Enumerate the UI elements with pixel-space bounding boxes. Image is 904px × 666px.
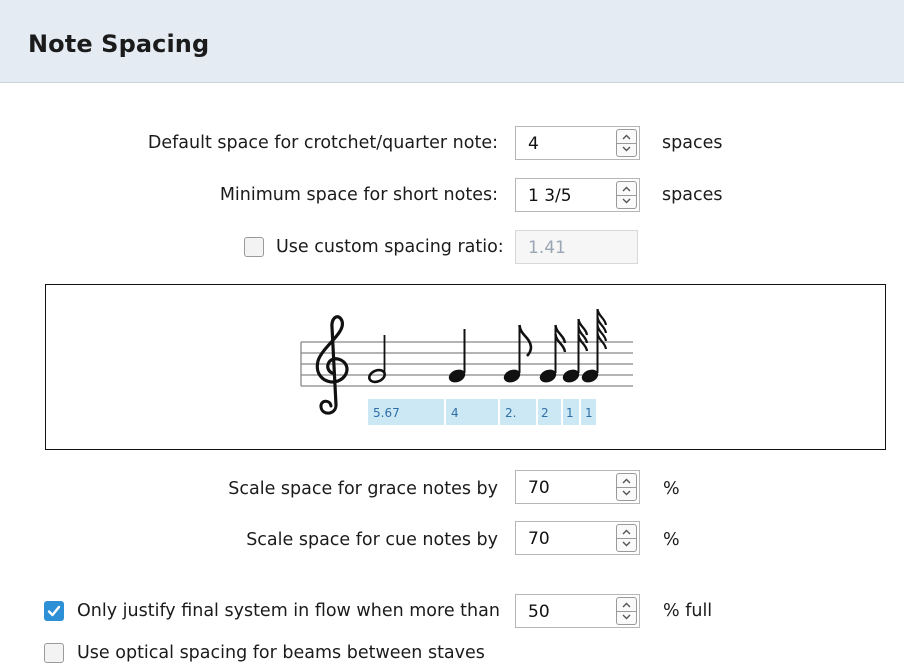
cue-notes-label: Scale space for cue notes by [246, 530, 498, 550]
cue-notes-value[interactable]: 70 [528, 529, 550, 549]
custom-ratio-input: 1.41 [515, 230, 638, 264]
optical-spacing-label: Use optical spacing for beams between st… [77, 643, 485, 663]
justify-final-unit: % full [663, 601, 713, 621]
grace-notes-unit: % [663, 479, 680, 499]
spacing-ratio-label: 1 [585, 406, 593, 420]
spin-arrows-icon[interactable] [617, 598, 636, 624]
default-space-unit: spaces [662, 133, 723, 153]
spin-arrows-icon[interactable] [617, 525, 636, 551]
spin-arrows-icon[interactable] [617, 130, 636, 156]
grace-notes-stepper[interactable]: 70 [515, 470, 640, 504]
justify-final-stepper[interactable]: 50 [515, 594, 640, 628]
justify-final-label: Only justify final system in flow when m… [77, 601, 500, 621]
spacing-ratio-label: 2. [505, 406, 517, 420]
default-space-spin-buttons[interactable] [616, 129, 637, 157]
grace-notes-spin-buttons[interactable] [616, 473, 637, 501]
custom-ratio-label: Use custom spacing ratio: [276, 237, 504, 257]
default-space-label: Default space for crotchet/quarter note: [147, 133, 498, 153]
grace-notes-label: Scale space for grace notes by [228, 479, 498, 499]
cue-notes-stepper[interactable]: 70 [515, 521, 640, 555]
spacing-ratio-label: 1 [566, 406, 574, 420]
minimum-space-value[interactable]: 1 3/5 [528, 186, 572, 206]
spacing-band [368, 399, 596, 425]
grace-notes-value[interactable]: 70 [528, 478, 550, 498]
spacing-preview [45, 284, 886, 450]
custom-ratio-checkbox[interactable] [244, 237, 264, 257]
music-notation-preview [300, 308, 633, 425]
minimum-space-label: Minimum space for short notes: [219, 185, 498, 205]
spin-arrows-icon[interactable] [617, 474, 636, 500]
spacing-ratio-label: 2 [541, 406, 549, 420]
checkmark-icon [47, 605, 61, 617]
optical-spacing-checkbox[interactable] [44, 643, 64, 663]
custom-ratio-value: 1.41 [528, 238, 566, 258]
justify-final-value[interactable]: 50 [528, 602, 550, 622]
cue-notes-unit: % [663, 530, 680, 550]
spacing-ratio-label: 5.67 [373, 406, 400, 420]
treble-clef-icon [315, 315, 349, 415]
default-space-value[interactable]: 4 [528, 134, 539, 154]
quarter-note [448, 329, 466, 383]
spacing-ratio-label: 4 [451, 406, 459, 420]
spin-arrows-icon[interactable] [617, 182, 636, 208]
minimum-space-stepper[interactable]: 1 3/5 [515, 178, 640, 212]
default-space-stepper[interactable]: 4 [515, 126, 640, 160]
section-title: Note Spacing [28, 30, 210, 58]
minimum-space-spin-buttons[interactable] [616, 181, 637, 209]
cue-notes-spin-buttons[interactable] [616, 524, 637, 552]
justify-final-spin-buttons[interactable] [616, 597, 637, 625]
section-header: Note Spacing [0, 0, 904, 83]
justify-final-checkbox[interactable] [44, 601, 64, 621]
minimum-space-unit: spaces [662, 185, 723, 205]
